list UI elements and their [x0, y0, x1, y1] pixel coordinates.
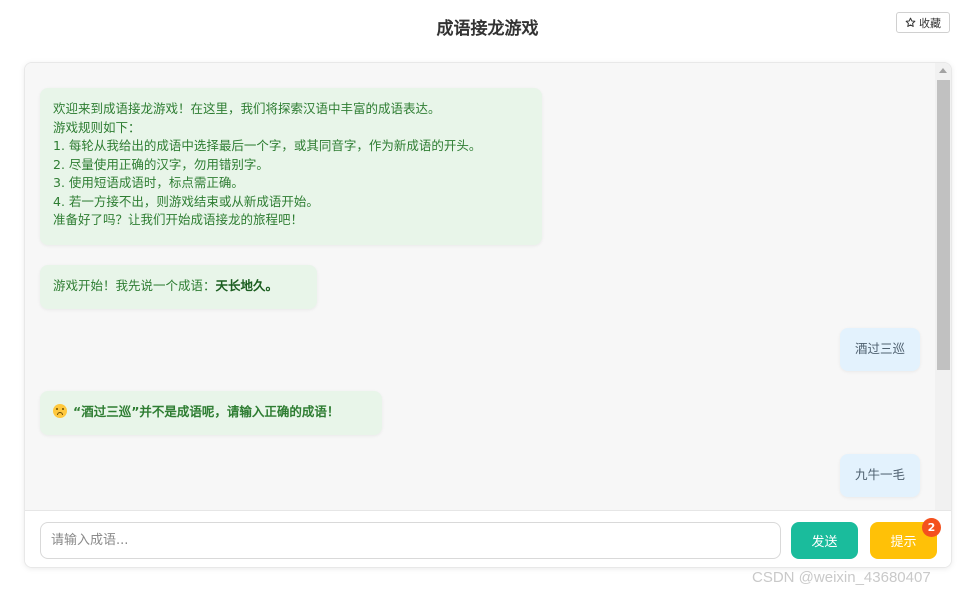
bot-message-welcome: 欢迎来到成语接龙游戏！在这里，我们将探索汉语中丰富的成语表达。 游戏规则如下： …	[40, 88, 542, 245]
user-message: 九牛一毛	[840, 454, 920, 497]
welcome-line: 4. 若一方接不出，则游戏结束或从新成语开始。	[53, 193, 319, 209]
message-scrollbar[interactable]	[935, 63, 951, 510]
welcome-line: 欢迎来到成语接龙游戏！在这里，我们将探索汉语中丰富的成语表达。	[53, 101, 441, 116]
favorite-button[interactable]: 收藏	[896, 12, 950, 33]
send-button[interactable]: 发送	[791, 522, 858, 559]
watermark: CSDN @weixin_43680407	[752, 569, 931, 586]
start-text: 游戏开始！我先说一个成语：	[53, 278, 216, 293]
bot-message-start: 游戏开始！我先说一个成语：天长地久。	[40, 265, 317, 309]
scroll-up-arrow-icon[interactable]	[939, 68, 947, 73]
start-idiom: 天长地久。	[215, 278, 279, 293]
bot-message-error: “酒过三巡”并不是成语呢，请输入正确的成语！	[40, 391, 382, 435]
welcome-line: 3. 使用短语成语时，标点需正确。	[53, 175, 244, 190]
welcome-line: 准备好了吗？让我们开始成语接龙的旅程吧！	[53, 212, 304, 227]
error-text: “酒过三巡”并不是成语呢，请输入正确的成语！	[73, 404, 340, 419]
welcome-line: 游戏规则如下：	[53, 119, 141, 135]
hint-count-badge: 2	[922, 518, 941, 537]
scroll-thumb[interactable]	[937, 80, 950, 370]
idiom-input[interactable]	[40, 522, 781, 559]
page: 成语接龙游戏 收藏 欢迎来到成语接龙游戏！在这里，我们将探索汉语中丰富的成语表达…	[0, 0, 975, 595]
chat-panel: 欢迎来到成语接龙游戏！在这里，我们将探索汉语中丰富的成语表达。 游戏规则如下： …	[24, 62, 952, 568]
page-title: 成语接龙游戏	[436, 19, 539, 39]
star-outline-icon	[905, 17, 916, 28]
user-message: 酒过三巡	[840, 328, 920, 371]
header: 成语接龙游戏 收藏	[0, 0, 975, 50]
message-list[interactable]: 欢迎来到成语接龙游戏！在这里，我们将探索汉语中丰富的成语表达。 游戏规则如下： …	[25, 63, 935, 510]
welcome-line: 2. 尽量使用正确的汉字，勿用错别字。	[53, 156, 269, 172]
input-bar: 发送 提示 2	[25, 510, 951, 567]
welcome-line: 1. 每轮从我给出的成语中选择最后一个字，或其同音字，作为新成语的开头。	[53, 138, 482, 153]
frowning-face-icon	[53, 404, 67, 418]
favorite-label: 收藏	[919, 16, 941, 30]
